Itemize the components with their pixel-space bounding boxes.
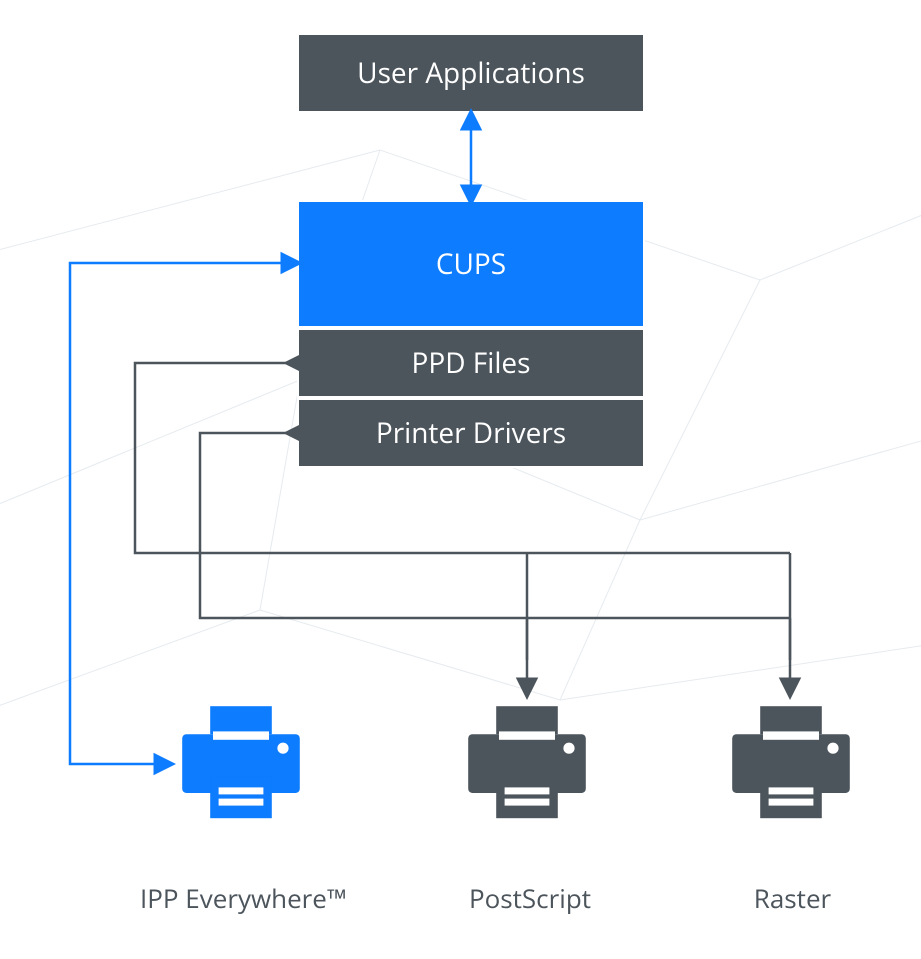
printer-icon-ipp — [171, 695, 311, 835]
box-cups-label: CUPS — [436, 245, 506, 283]
box-printer-drivers: Printer Drivers — [297, 398, 645, 468]
printer-icon-postscript — [457, 695, 597, 835]
printer-label-ipp: IPP Everywhere™ — [140, 880, 345, 916]
box-cups: CUPS — [297, 200, 645, 328]
box-ppd-files: PPD Files — [297, 328, 645, 398]
printer-icon-raster — [721, 695, 861, 835]
printer-label-postscript: PostScript — [430, 880, 630, 916]
box-ppd-files-label: PPD Files — [412, 344, 531, 382]
printer-label-raster: Raster — [720, 880, 865, 916]
box-user-applications-label: User Applications — [357, 54, 585, 92]
diagram-stage: User Applications CUPS PPD Files Printer… — [0, 0, 921, 959]
box-user-applications: User Applications — [297, 33, 645, 113]
box-printer-drivers-label: Printer Drivers — [376, 414, 566, 452]
